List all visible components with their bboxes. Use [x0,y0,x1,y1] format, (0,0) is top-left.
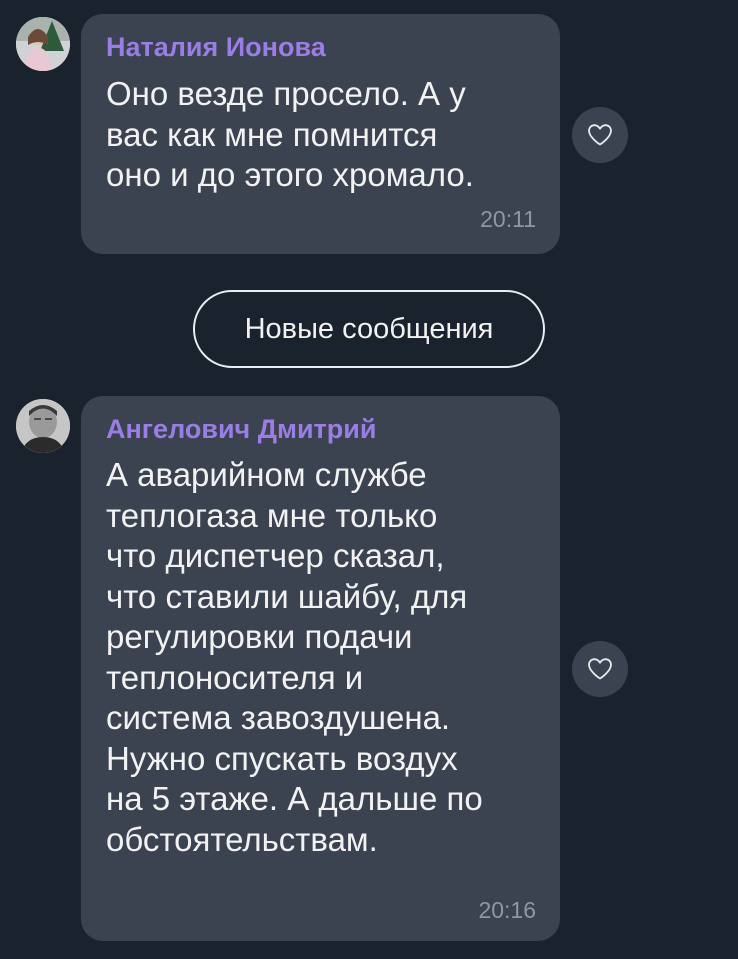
avatar-photo-icon [16,399,70,453]
sender-avatar[interactable] [16,399,70,453]
avatar-photo-icon [16,17,70,71]
heart-outline-icon [588,658,612,680]
sender-avatar[interactable] [16,17,70,71]
like-button[interactable] [572,641,628,697]
message-text: А аварийном службе теплогаза мне только … [106,456,483,858]
message-timestamp: 20:16 [478,897,536,923]
sender-name[interactable]: Наталия Ионова [106,32,326,63]
sender-name[interactable]: Ангелович Дмитрий [106,414,376,445]
message-timestamp: 20:11 [480,206,536,232]
heart-outline-icon [588,124,612,146]
message-bubble[interactable]: Ангелович Дмитрий А аварийном службе теп… [81,396,560,941]
new-messages-label: Новые сообщения [244,312,494,345]
message-text: Оно везде просело. А у вас как мне помни… [106,75,474,193]
new-messages-divider[interactable]: Новые сообщения [193,290,545,368]
like-button[interactable] [572,107,628,163]
message-bubble[interactable]: Наталия Ионова Оно везде просело. А у ва… [81,14,560,254]
